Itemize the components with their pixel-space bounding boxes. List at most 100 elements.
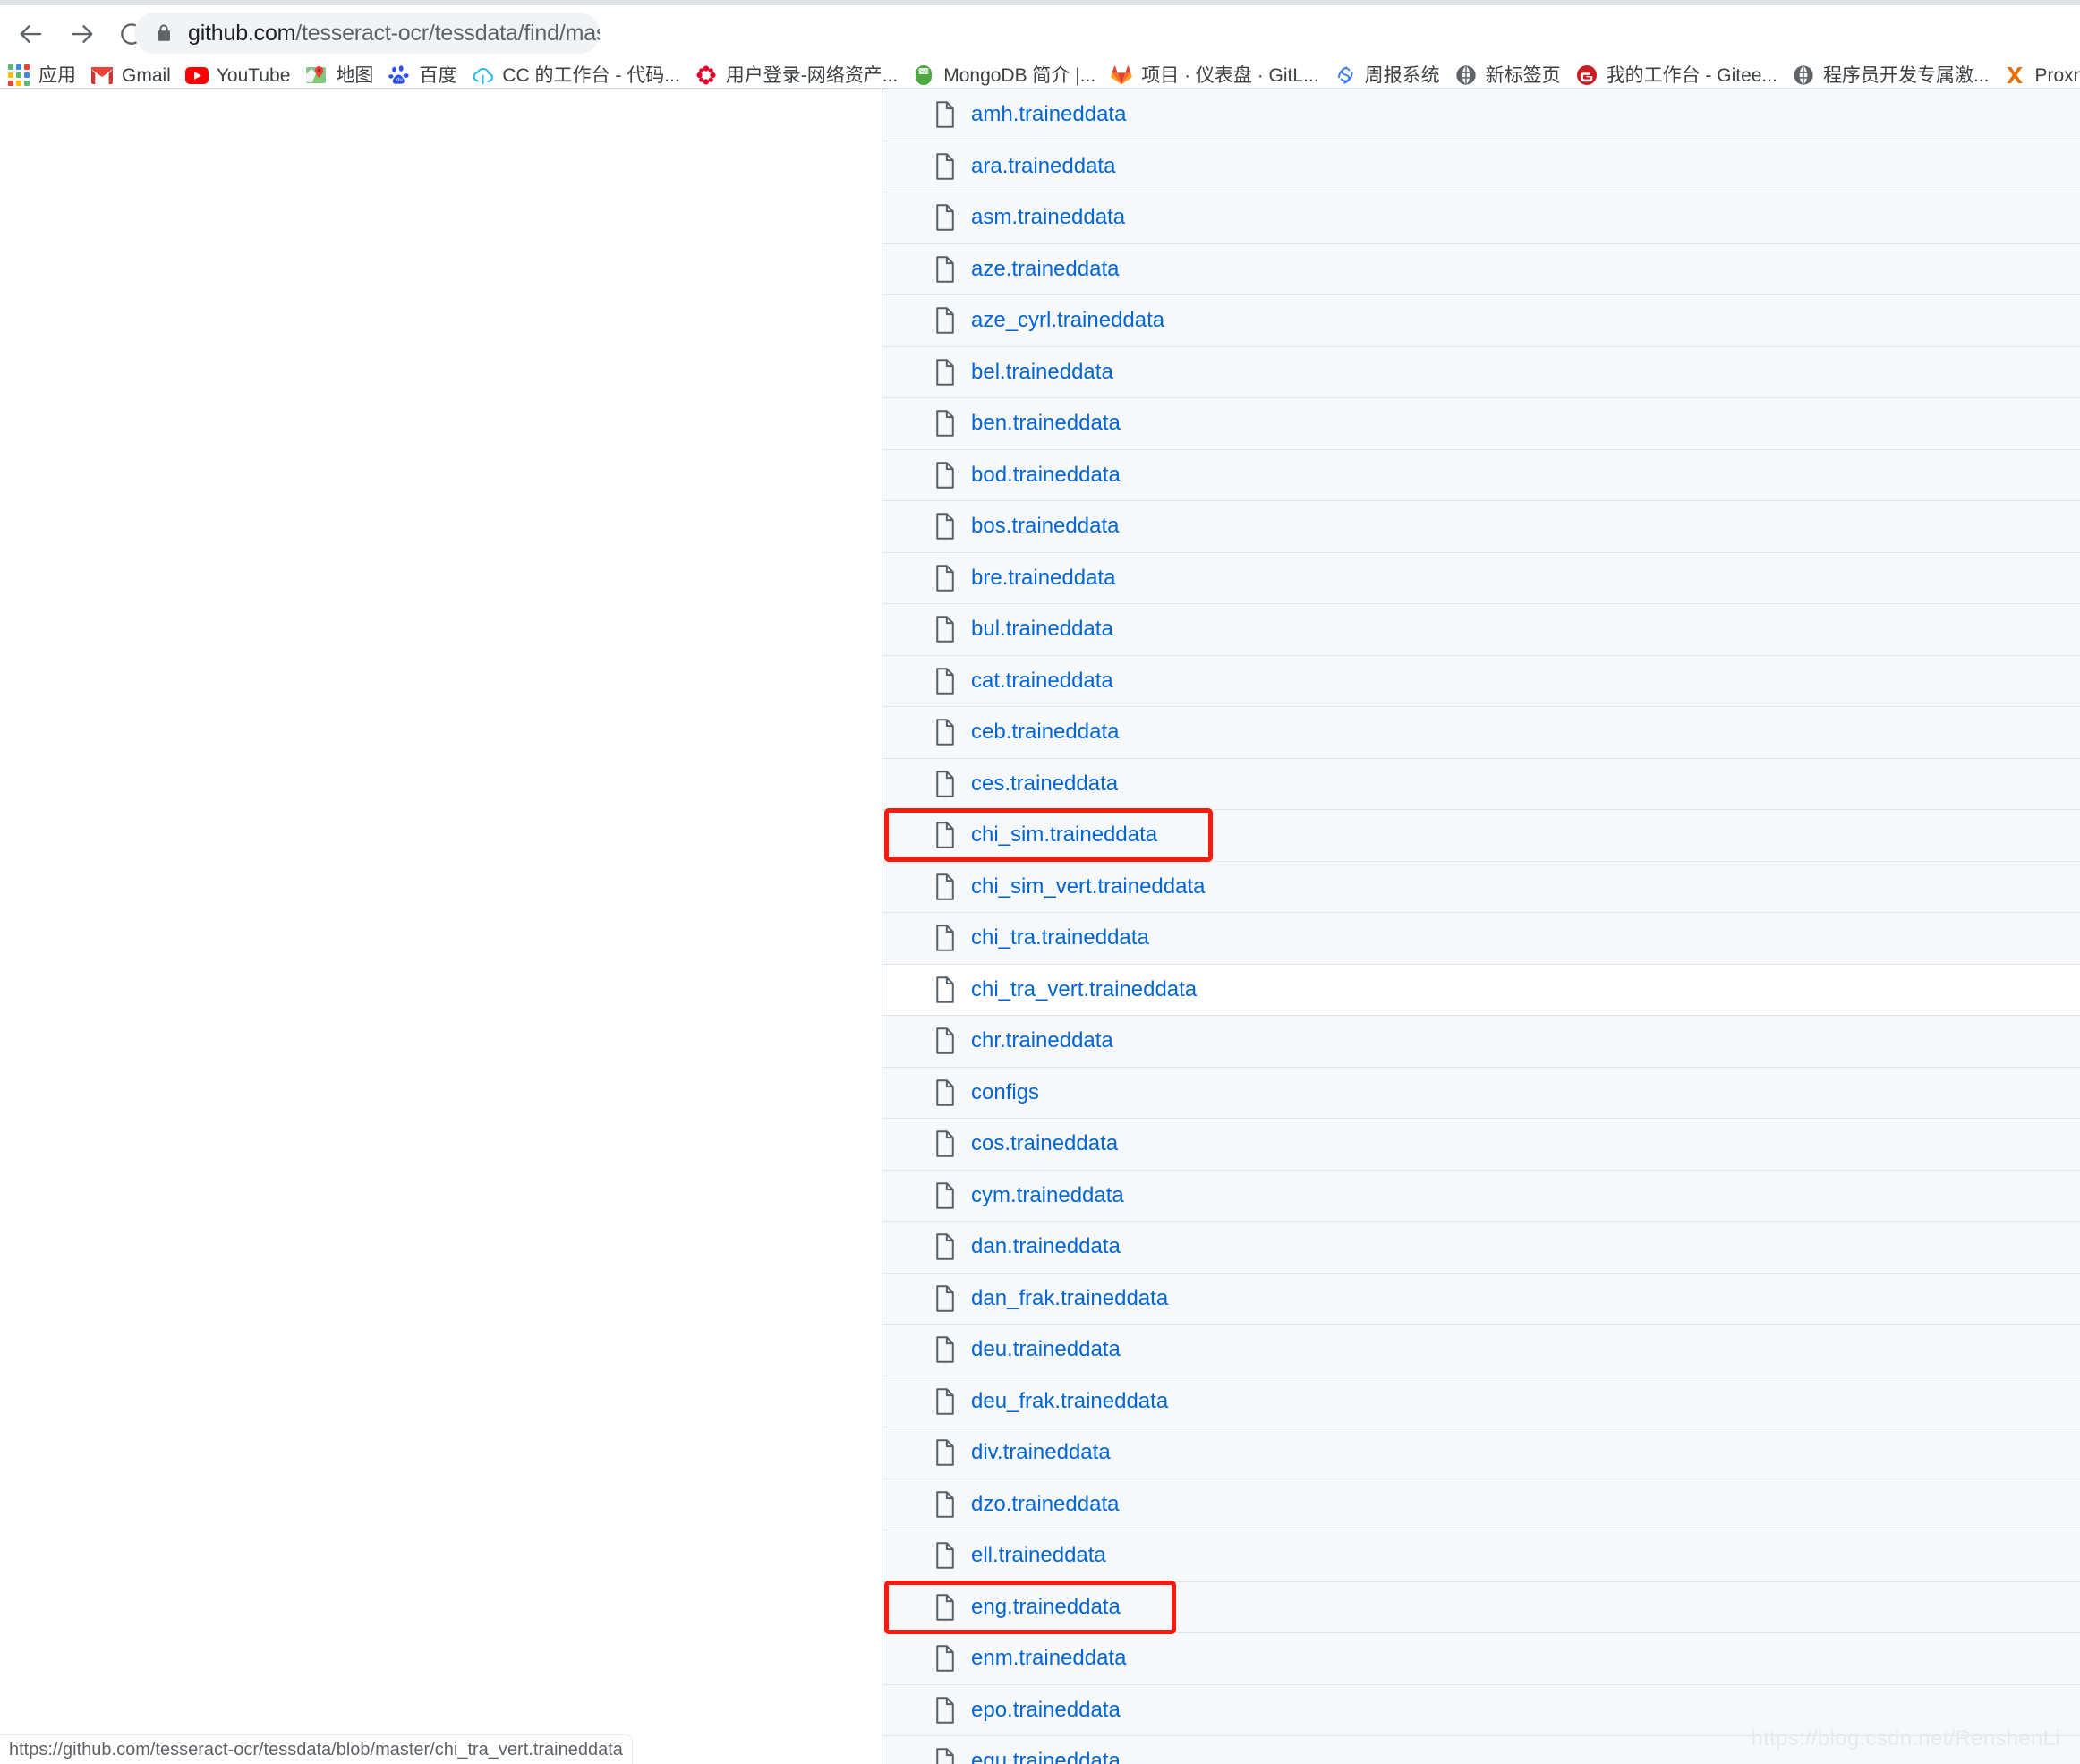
- file-link[interactable]: dan.traineddata: [971, 1236, 1121, 1257]
- bookmark-item-14[interactable]: Proxmox V: [1996, 63, 2080, 88]
- file-row[interactable]: ara.traineddata: [882, 141, 2080, 192]
- file-link[interactable]: eng.traineddata: [971, 1596, 1121, 1618]
- file-row[interactable]: configs: [882, 1067, 2080, 1119]
- file-link[interactable]: bel.traineddata: [971, 361, 1113, 383]
- file-link[interactable]: chi_tra_vert.traineddata: [971, 978, 1197, 1001]
- lock-icon: [154, 22, 174, 44]
- file-link[interactable]: ara.traineddata: [971, 155, 1115, 177]
- file-row[interactable]: bos.traineddata: [882, 501, 2080, 553]
- file-link[interactable]: ell.traineddata: [971, 1545, 1106, 1566]
- address-bar[interactable]: github.com/tesseract-ocr/tessdata/find/m…: [134, 13, 600, 54]
- file-row[interactable]: dan_frak.traineddata: [882, 1273, 2080, 1325]
- file-row[interactable]: eng.traineddata: [882, 1581, 2080, 1633]
- file-row[interactable]: bul.traineddata: [882, 604, 2080, 656]
- apps-grid-icon: [7, 64, 30, 87]
- bookmark-label: 应用: [38, 64, 76, 86]
- file-row[interactable]: chi_tra_vert.traineddata: [882, 964, 2080, 1016]
- file-link[interactable]: cat.traineddata: [971, 669, 1113, 692]
- file-link[interactable]: cos.traineddata: [971, 1133, 1118, 1155]
- bookmark-item-4[interactable]: 地图: [297, 63, 380, 88]
- file-row[interactable]: asm.traineddata: [882, 192, 2080, 244]
- forward-arrow-icon: [68, 21, 95, 47]
- status-bar-link-preview: https://github.com/tesseract-ocr/tessdat…: [0, 1734, 633, 1764]
- file-icon: [933, 1130, 957, 1157]
- file-link[interactable]: ceb.traineddata: [971, 721, 1119, 743]
- file-icon: [933, 1079, 957, 1106]
- file-row[interactable]: deu.traineddata: [882, 1325, 2080, 1376]
- file-finder-results: amh.traineddata ara.traineddata asm.traine…: [882, 89, 2080, 1764]
- file-link[interactable]: div.traineddata: [971, 1442, 1111, 1463]
- file-row[interactable]: deu_frak.traineddata: [882, 1376, 2080, 1427]
- file-row[interactable]: chr.traineddata: [882, 1016, 2080, 1068]
- file-link[interactable]: chi_tra.traineddata: [971, 927, 1149, 949]
- bookmark-item-1[interactable]: 应用: [0, 63, 83, 88]
- file-row[interactable]: ces.traineddata: [882, 758, 2080, 810]
- file-link[interactable]: enm.traineddata: [971, 1648, 1126, 1669]
- file-link[interactable]: amh.traineddata: [971, 104, 1126, 125]
- forward-button[interactable]: [61, 13, 102, 55]
- bookmark-item-9[interactable]: 项目 · 仪表盘 · GitL...: [1103, 63, 1326, 88]
- file-icon: [933, 513, 957, 540]
- file-link[interactable]: aze.traineddata: [971, 258, 1119, 280]
- bookmark-label: 项目 · 仪表盘 · GitL...: [1141, 64, 1319, 86]
- file-row[interactable]: bre.traineddata: [882, 552, 2080, 604]
- file-link[interactable]: chi_sim.traineddata: [971, 824, 1157, 846]
- globe-icon: [1792, 64, 1815, 87]
- file-link[interactable]: dzo.traineddata: [971, 1493, 1119, 1515]
- file-link[interactable]: configs: [971, 1081, 1039, 1104]
- file-link[interactable]: equ.traineddata: [971, 1751, 1121, 1764]
- file-row[interactable]: cym.traineddata: [882, 1170, 2080, 1222]
- bookmark-item-13[interactable]: 程序员开发专属激...: [1785, 63, 1997, 88]
- file-row[interactable]: ceb.traineddata: [882, 707, 2080, 759]
- file-link[interactable]: epo.traineddata: [971, 1699, 1121, 1721]
- file-row[interactable]: cat.traineddata: [882, 655, 2080, 707]
- red-flower-icon: [695, 64, 718, 87]
- file-row[interactable]: bel.traineddata: [882, 346, 2080, 398]
- file-row[interactable]: amh.traineddata: [882, 89, 2080, 141]
- bookmark-item-11[interactable]: 新标签页: [1447, 63, 1568, 88]
- file-row[interactable]: ell.traineddata: [882, 1530, 2080, 1582]
- file-row[interactable]: ben.traineddata: [882, 398, 2080, 450]
- file-link[interactable]: dan_frak.traineddata: [971, 1287, 1168, 1309]
- file-link[interactable]: deu.traineddata: [971, 1339, 1121, 1360]
- file-row[interactable]: chi_tra.traineddata: [882, 913, 2080, 965]
- bookmark-item-6[interactable]: CC 的工作台 - 代码...: [464, 63, 686, 88]
- back-button[interactable]: [11, 13, 52, 55]
- file-link[interactable]: bod.traineddata: [971, 464, 1121, 486]
- file-link[interactable]: chr.traineddata: [971, 1030, 1113, 1052]
- file-icon: [933, 1439, 957, 1466]
- file-link[interactable]: aze_cyrl.traineddata: [971, 310, 1164, 331]
- file-icon: [933, 1027, 957, 1054]
- file-link[interactable]: bul.traineddata: [971, 618, 1113, 640]
- file-row[interactable]: aze_cyrl.traineddata: [882, 295, 2080, 347]
- file-row[interactable]: div.traineddata: [882, 1427, 2080, 1479]
- file-link[interactable]: deu_frak.traineddata: [971, 1390, 1168, 1412]
- file-icon: [933, 1491, 957, 1518]
- file-row[interactable]: dan.traineddata: [882, 1222, 2080, 1274]
- file-icon: [933, 668, 957, 695]
- file-link[interactable]: cym.traineddata: [971, 1184, 1124, 1206]
- bookmark-item-7[interactable]: 用户登录-网络资产...: [687, 63, 906, 88]
- bookmark-item-2[interactable]: Gmail: [83, 63, 178, 88]
- file-link[interactable]: asm.traineddata: [971, 207, 1125, 228]
- file-row[interactable]: enm.traineddata: [882, 1633, 2080, 1685]
- file-row[interactable]: chi_sim.traineddata: [882, 810, 2080, 862]
- bookmarks-bar: 应用 Gmail YouTube 地图 du 百度 CC 的工作台 - 代码... 用户登录-…: [0, 63, 2080, 89]
- file-link[interactable]: bre.traineddata: [971, 567, 1115, 589]
- bookmark-label: 用户登录-网络资产...: [725, 64, 899, 86]
- file-link[interactable]: bos.traineddata: [971, 516, 1119, 537]
- file-row[interactable]: dzo.traineddata: [882, 1479, 2080, 1530]
- bookmark-item-12[interactable]: 我的工作台 - Gitee...: [1568, 63, 1785, 88]
- file-row[interactable]: chi_sim_vert.traineddata: [882, 861, 2080, 913]
- bookmark-item-8[interactable]: </> MongoDB 简介 |...: [905, 63, 1103, 88]
- bookmark-item-3[interactable]: YouTube: [178, 63, 298, 88]
- bookmark-item-10[interactable]: 周报系统: [1326, 63, 1447, 88]
- file-link[interactable]: ben.traineddata: [971, 413, 1121, 434]
- file-row[interactable]: cos.traineddata: [882, 1119, 2080, 1171]
- file-row[interactable]: aze.traineddata: [882, 243, 2080, 295]
- file-link[interactable]: ces.traineddata: [971, 772, 1118, 795]
- bookmark-item-5[interactable]: du 百度: [380, 63, 464, 88]
- back-arrow-icon: [18, 21, 45, 47]
- file-row[interactable]: bod.traineddata: [882, 449, 2080, 501]
- file-link[interactable]: chi_sim_vert.traineddata: [971, 875, 1205, 898]
